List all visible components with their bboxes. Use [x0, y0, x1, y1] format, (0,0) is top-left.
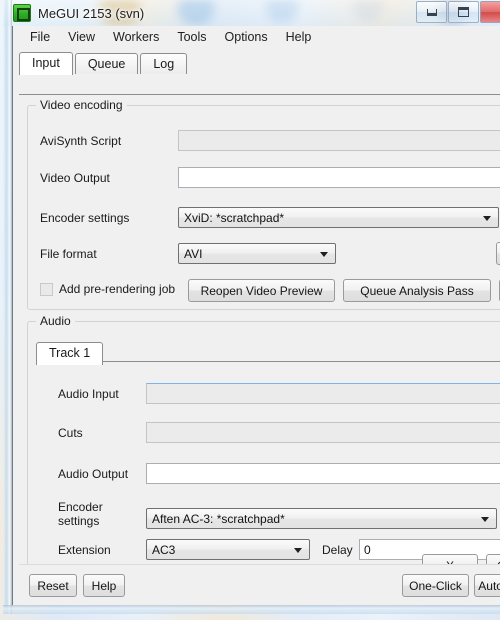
- main-tab-strip: Input Queue Log: [19, 51, 500, 75]
- bottom-button-bar: Reset Help One-Click AutoEncode: [19, 564, 500, 605]
- cuts-label: Cuts: [58, 426, 83, 440]
- avisynth-script-label: AviSynth Script: [40, 134, 122, 148]
- megui-app-icon: [13, 4, 31, 22]
- video-encoding-group: Video encoding AviSynth Script Video Out…: [27, 98, 500, 310]
- minimize-icon: [426, 8, 437, 16]
- minimize-button[interactable]: [416, 1, 447, 23]
- audio-encoder-settings-combo[interactable]: Aften AC-3: *scratchpad*: [146, 508, 497, 529]
- window-left-border: [3, 0, 12, 614]
- video-output-input[interactable]: [178, 167, 500, 188]
- audio-track-tab-strip: Track 1: [36, 340, 105, 365]
- menu-item-tools[interactable]: Tools: [168, 27, 215, 47]
- extension-value: AC3: [152, 542, 176, 557]
- video-encoder-settings-combo[interactable]: XviD: *scratchpad*: [178, 207, 499, 228]
- menu-item-workers[interactable]: Workers: [104, 27, 168, 47]
- one-click-button[interactable]: One-Click: [402, 574, 469, 597]
- queue-analysis-pass-button[interactable]: Queue Analysis Pass: [343, 279, 491, 302]
- menu-item-view[interactable]: View: [59, 27, 104, 47]
- audio-input-field[interactable]: [146, 383, 500, 404]
- avisynth-script-input[interactable]: [178, 130, 500, 151]
- help-button[interactable]: Help: [83, 574, 125, 597]
- delay-value: 0: [364, 543, 371, 557]
- client-area: File View Workers Tools Options Help Inp…: [12, 26, 500, 605]
- window-bottom-border: [3, 605, 500, 614]
- reopen-video-preview-button[interactable]: Reopen Video Preview: [188, 279, 335, 302]
- megui-main-window: MeGUI 2153 (svn) File View Workers Tools…: [3, 0, 500, 614]
- title-bar[interactable]: MeGUI 2153 (svn): [3, 0, 500, 26]
- add-prerendering-job-label: Add pre-rendering job: [59, 282, 176, 296]
- zones-button[interactable]: Zones: [496, 242, 500, 265]
- input-tab-page: Video encoding AviSynth Script Video Out…: [19, 94, 500, 605]
- menu-item-options[interactable]: Options: [216, 27, 277, 47]
- auto-encode-button[interactable]: AutoEncode: [474, 574, 500, 597]
- tab-queue[interactable]: Queue: [74, 53, 139, 74]
- close-button[interactable]: [480, 1, 500, 23]
- audio-output-label: Audio Output: [58, 467, 129, 481]
- checkbox-box-icon: [40, 282, 53, 296]
- video-encoder-settings-label: Encoder settings: [40, 211, 130, 225]
- video-output-label: Video Output: [40, 171, 110, 185]
- menu-item-help[interactable]: Help: [277, 27, 321, 47]
- tab-track-1[interactable]: Track 1: [36, 342, 104, 365]
- reset-button[interactable]: Reset: [29, 574, 77, 597]
- window-title: MeGUI 2153 (svn): [38, 5, 145, 21]
- menu-bar: File View Workers Tools Options Help: [13, 26, 500, 49]
- maximize-icon: [458, 7, 469, 17]
- menu-item-file[interactable]: File: [21, 27, 59, 47]
- chevron-down-icon: [481, 516, 489, 522]
- file-format-combo[interactable]: AVI: [178, 243, 336, 264]
- extension-label: Extension: [58, 543, 111, 557]
- video-encoder-settings-value: XviD: *scratchpad*: [184, 210, 285, 225]
- audio-group: Audio Track 1 Audio Input ... Cuts ... A…: [27, 314, 500, 577]
- audio-track-page: Audio Input ... Cuts ... Audio Output ..…: [36, 361, 500, 561]
- audio-encoder-settings-label: Encoder settings: [58, 500, 103, 528]
- audio-output-field[interactable]: [146, 463, 500, 484]
- audio-input-label: Audio Input: [58, 387, 119, 401]
- tab-input[interactable]: Input: [19, 52, 73, 75]
- audio-group-title: Audio: [36, 314, 75, 328]
- chevron-down-icon: [483, 215, 491, 221]
- file-format-value: AVI: [184, 246, 203, 261]
- delay-label: Delay: [322, 543, 353, 557]
- window-controls: [415, 1, 500, 23]
- extension-combo[interactable]: AC3: [146, 539, 310, 560]
- chevron-down-icon: [294, 547, 302, 553]
- chevron-down-icon: [320, 251, 328, 257]
- tab-log[interactable]: Log: [140, 53, 188, 74]
- file-format-label: File format: [40, 247, 97, 261]
- cuts-field[interactable]: [146, 422, 500, 443]
- maximize-button[interactable]: [448, 1, 479, 23]
- audio-encoder-settings-value: Aften AC-3: *scratchpad*: [152, 511, 285, 526]
- add-prerendering-job-checkbox[interactable]: Add pre-rendering job: [40, 282, 175, 296]
- video-encoding-group-title: Video encoding: [36, 98, 127, 112]
